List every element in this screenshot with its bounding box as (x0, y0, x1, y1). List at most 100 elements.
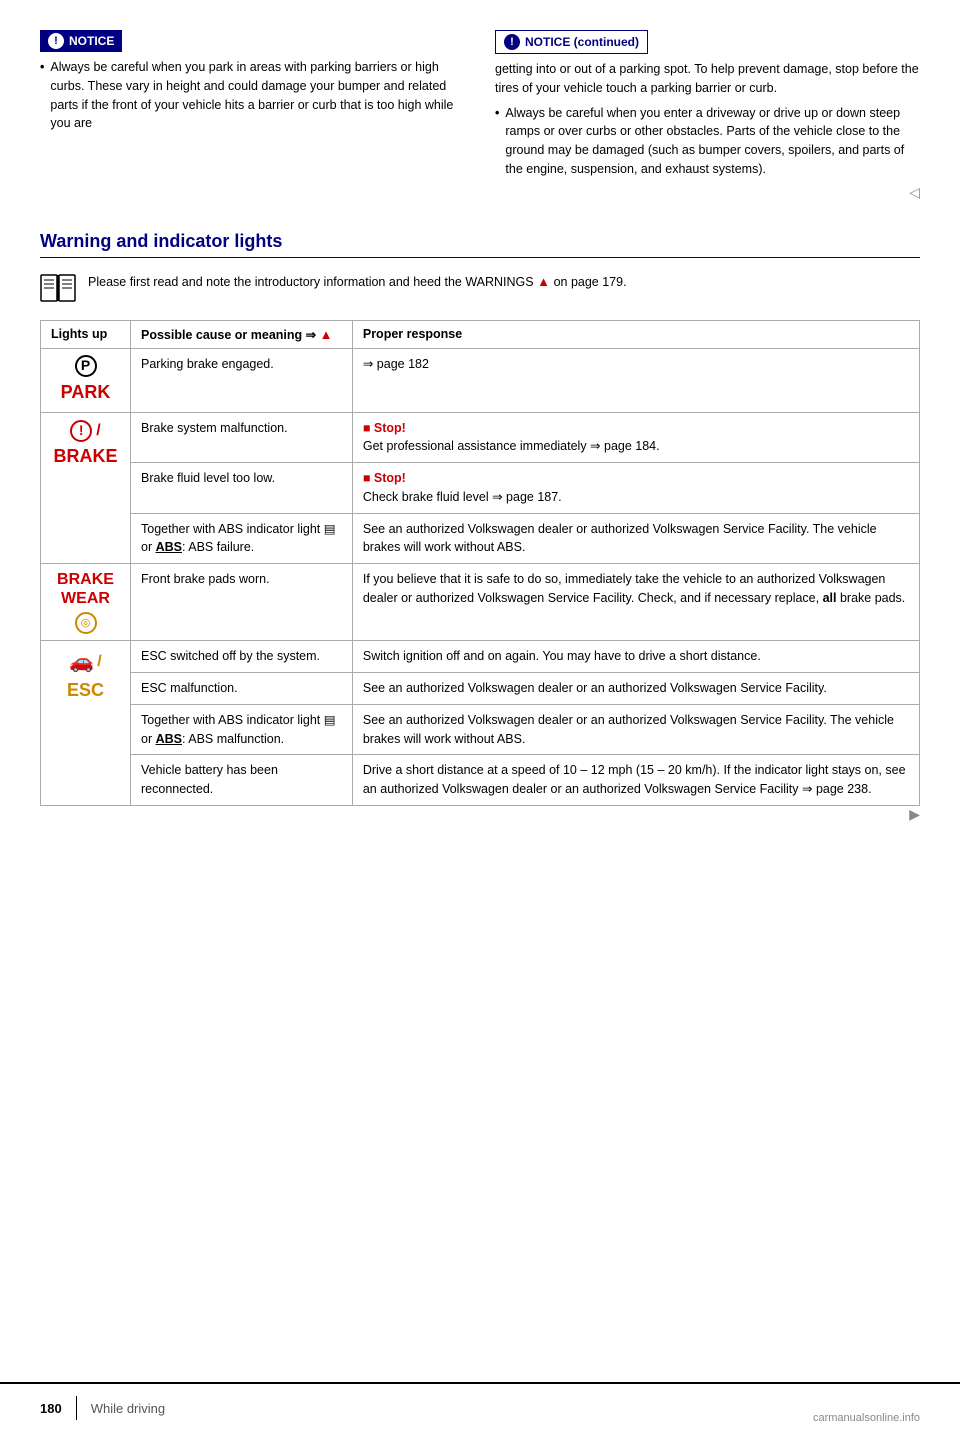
triangle-warn-icon: ▲ (537, 274, 553, 289)
brakewear-symbol: BRAKEWEAR ◎ (51, 570, 120, 634)
notice-continued-header: ! NOTICE (continued) (495, 30, 648, 54)
brake-exclaim-icon: ! (70, 420, 92, 442)
brake-response-1: ■ Stop! Get professional assistance imme… (352, 412, 919, 463)
notice-left-title: NOTICE (69, 34, 114, 48)
warning-title: Warning and indicator lights (40, 231, 920, 258)
notice-continued-exclaim: ! (504, 34, 520, 50)
notice-right-body2: Always be careful when you enter a drive… (495, 104, 920, 179)
esc-cause-1-text: ESC switched off by the system. (141, 649, 320, 663)
esc-response-4-text: Drive a short distance at a speed of 10 … (363, 763, 906, 796)
esc-light-cell: 🚗 / ESC (41, 641, 131, 806)
footer-divider (76, 1396, 77, 1420)
table-row: Together with ABS indicator light ▤ or A… (41, 513, 920, 564)
table-row: 🚗 / ESC ESC switched off by the system. … (41, 641, 920, 673)
stop-icon-2: ■ Stop! (363, 471, 406, 485)
esc-cause-2-text: ESC malfunction. (141, 681, 238, 695)
esc-response-2: See an authorized Volkswagen dealer or a… (352, 673, 919, 705)
page-number: 180 (40, 1401, 62, 1416)
book-icon (40, 274, 76, 304)
wear-ring-icon: ◎ (75, 612, 97, 634)
esc-response-4: Drive a short distance at a speed of 10 … (352, 755, 919, 806)
stop-icon-1: ■ Stop! (363, 421, 406, 435)
warning-section: Warning and indicator lights Please firs… (40, 231, 920, 823)
p-circle-icon: P (75, 355, 97, 377)
brakewear-light-cell: BRAKEWEAR ◎ (41, 564, 131, 641)
esc-cause-4: Vehicle battery has been reconnected. (131, 755, 353, 806)
park-response-cell: ⇒ page 182 (352, 348, 919, 412)
esc-cause-3-text: Together with ABS indicator light ▤ or A… (141, 713, 336, 746)
esc-cause-3: Together with ABS indicator light ▤ or A… (131, 704, 353, 755)
esc-icon-row: 🚗 / (51, 647, 120, 677)
esc-response-1: Switch ignition off and on again. You ma… (352, 641, 919, 673)
table-row: Brake fluid level too low. ■ Stop! Check… (41, 463, 920, 514)
notice-left-text: Always be careful when you park in areas… (40, 58, 465, 133)
notice-left: ! NOTICE Always be careful when you park… (40, 30, 465, 201)
brake-slash: / (96, 419, 100, 443)
brake-response-2: ■ Stop! Check brake fluid level ⇒ page 1… (352, 463, 919, 514)
esc-response-1-text: Switch ignition off and on again. You ma… (363, 649, 761, 663)
brake-icon-row: ! / (70, 419, 100, 443)
esc-cause-1: ESC switched off by the system. (131, 641, 353, 673)
esc-cause-4-text: Vehicle battery has been reconnected. (141, 763, 278, 796)
esc-response-3-text: See an authorized Volkswagen dealer or a… (363, 713, 894, 746)
brake-cause-3: Together with ABS indicator light ▤ or A… (131, 513, 353, 564)
park-text-icon: PARK (51, 379, 120, 406)
col-cause-header: Possible cause or meaning ⇒ ▲ (131, 320, 353, 348)
table-row: P PARK Parking brake engaged. ⇒ page 182 (41, 348, 920, 412)
brakewear-cause: Front brake pads worn. (131, 564, 353, 641)
notice-header-left: ! NOTICE (40, 30, 122, 52)
brake-light-cell: ! / BRAKE (41, 412, 131, 564)
esc-symbol: 🚗 / ESC (51, 647, 120, 704)
watermark: carmanualsonline.info (813, 1412, 920, 1424)
brake-response-2-text: Check brake fluid level ⇒ page 187. (363, 490, 562, 504)
brake-cause-2: Brake fluid level too low. (131, 463, 353, 514)
esc-response-3: See an authorized Volkswagen dealer or a… (352, 704, 919, 755)
esc-text-icon: ESC (51, 677, 120, 704)
esc-slash-icon: / (97, 650, 101, 674)
esc-car-icon: 🚗 (69, 647, 94, 677)
table-row: Vehicle battery has been reconnected. Dr… (41, 755, 920, 806)
page-footer: 180 While driving carmanualsonline.info (0, 1382, 960, 1432)
table-row: ! / BRAKE Brake system malfunction. ■ St… (41, 412, 920, 463)
col-lights-header: Lights up (41, 320, 131, 348)
brake-response-1-text: Get professional assistance immediately … (363, 439, 660, 453)
park-light-cell: P PARK (41, 348, 131, 412)
brake-cause-2-text: Brake fluid level too low. (141, 471, 275, 485)
indicator-table: Lights up Possible cause or meaning ⇒ ▲ … (40, 320, 920, 806)
park-cause-text: Parking brake engaged. (141, 357, 274, 371)
footer-chapter: While driving (91, 1401, 165, 1416)
esc-response-2-text: See an authorized Volkswagen dealer or a… (363, 681, 827, 695)
brake-cause-1-text: Brake system malfunction. (141, 421, 288, 435)
table-header-row: Lights up Possible cause or meaning ⇒ ▲ … (41, 320, 920, 348)
col-response-header: Proper response (352, 320, 919, 348)
back-arrow: ◁ (495, 184, 920, 201)
brakewear-response-text: If you believe that it is safe to do so,… (363, 572, 905, 605)
table-row: BRAKEWEAR ◎ Front brake pads worn. If yo… (41, 564, 920, 641)
warning-intro-page: on page 179. (554, 275, 627, 289)
brakewear-cause-text: Front brake pads worn. (141, 572, 270, 586)
notice-left-body: Always be careful when you park in areas… (40, 58, 465, 133)
brake-symbol: ! / BRAKE (51, 419, 120, 470)
notices-row: ! NOTICE Always be careful when you park… (40, 30, 920, 201)
notice-exclaim-icon: ! (48, 33, 64, 49)
warning-intro-text: Please first read and note the introduct… (88, 272, 627, 292)
notice-right-title: NOTICE (continued) (525, 35, 639, 49)
brakewear-response: If you believe that it is safe to do so,… (352, 564, 919, 641)
brake-text-icon: BRAKE (53, 443, 117, 470)
brakewear-text-icon: BRAKEWEAR (57, 570, 114, 608)
brake-cause-3-text: Together with ABS indicator light ▤ or A… (141, 522, 336, 555)
forward-arrow: ▶ (40, 806, 920, 823)
brake-response-3: See an authorized Volkswagen dealer or a… (352, 513, 919, 564)
notice-right-body1: getting into or out of a parking spot. T… (495, 60, 920, 98)
table-row: Together with ABS indicator light ▤ or A… (41, 704, 920, 755)
notice-right: ! NOTICE (continued) getting into or out… (495, 30, 920, 201)
esc-cause-2: ESC malfunction. (131, 673, 353, 705)
brake-cause-1: Brake system malfunction. (131, 412, 353, 463)
notice-right-body: getting into or out of a parking spot. T… (495, 60, 920, 179)
park-cause-cell: Parking brake engaged. (131, 348, 353, 412)
brake-response-3-text: See an authorized Volkswagen dealer or a… (363, 522, 877, 555)
park-response-text: ⇒ page 182 (363, 357, 429, 371)
warning-intro: Please first read and note the introduct… (40, 272, 920, 304)
table-row: ESC malfunction. See an authorized Volks… (41, 673, 920, 705)
warning-intro-label: Please first read and note the introduct… (88, 275, 534, 289)
